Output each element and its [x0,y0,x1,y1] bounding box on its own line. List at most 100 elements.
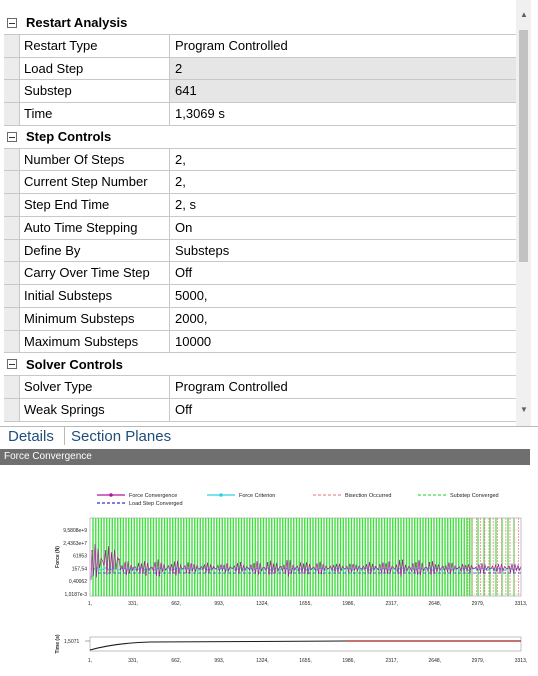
property-value[interactable]: 5000, [170,285,516,307]
force-convergence-point [401,559,404,562]
force-convergence-point [361,568,363,570]
force-convergence-point [199,567,201,570]
x-tick-label: 331, [128,601,138,607]
force-convergence-point [442,565,444,568]
property-name: Restart Type [20,34,170,57]
property-row[interactable]: Time 1,3069 s [4,103,516,126]
row-gutter [4,57,20,80]
x-tick-label: 2317, [385,601,398,607]
force-convergence-point [226,563,228,565]
property-row[interactable]: Maximum Substeps 10000 [4,330,516,354]
force-convergence-point [374,566,377,568]
property-value[interactable]: 641 [170,80,516,102]
collapse-toggle-icon[interactable] [4,126,20,148]
row-gutter [4,330,20,353]
chart-legend: Force Convergence Force Criterion Bisectio… [97,493,499,507]
tab-details[interactable]: Details [8,427,54,445]
scroll-down-arrow-icon[interactable]: ▼ [520,405,528,414]
force-convergence-point [293,568,296,571]
property-name: Number Of Steps [20,148,170,171]
y-tick-label: 157,54 [72,566,88,572]
property-row[interactable]: Auto Time Stepping On [4,216,516,240]
force-convergence-point [280,565,282,568]
group-title: Solver Controls [26,356,123,372]
property-value[interactable]: Program Controlled [170,376,516,398]
property-row[interactable]: Restart Type Program Controlled [4,34,516,58]
row-gutter [4,376,20,398]
x-tick-label: 662, [171,601,181,607]
property-value[interactable]: 2, [170,171,516,193]
force-convergence-point [428,561,431,564]
details-tab-strip: Details Section Planes [0,426,538,445]
scrollbar-thumb[interactable] [519,30,528,262]
property-value[interactable]: Substeps [170,240,516,262]
force-convergence-point [455,568,458,570]
force-convergence-point [388,561,390,563]
time-plot-area [89,636,522,652]
group-title: Step Controls [26,129,112,145]
property-row[interactable]: Carry Over Time Step Off [4,262,516,285]
time-x-tick-label: 1, [88,658,92,664]
property-value[interactable]: 2, [170,149,516,171]
force-convergence-point [172,571,174,574]
time-x-tick-label: 331, [128,658,138,664]
force-convergence-charts: Force Convergence Force Criterion Bisectio… [55,493,528,664]
scroll-up-arrow-icon[interactable]: ▲ [520,10,528,19]
group-header[interactable]: Step Controls [4,125,516,149]
x-tick-label: 3313, [515,601,528,607]
y-axis-label: Force (N) [55,546,61,568]
collapse-toggle-icon[interactable] [4,353,20,375]
property-row[interactable]: Weak Springs Off [4,398,516,422]
property-value[interactable]: Program Controlled [170,35,516,57]
force-convergence-point [131,569,134,571]
property-row[interactable]: Load Step 2 [4,57,516,81]
tab-section-planes[interactable]: Section Planes [64,427,171,445]
x-tick-label: 1655, [299,601,312,607]
property-row[interactable]: Substep 641 [4,80,516,103]
property-value[interactable]: Off [170,262,516,284]
property-value[interactable]: 2 [170,57,516,80]
property-row[interactable]: Current Step Number 2, [4,171,516,194]
property-value[interactable]: 1,3069 s [170,103,516,125]
property-value[interactable]: Off [170,399,516,421]
property-row[interactable]: Define By Substeps [4,239,516,263]
legend-marker [219,493,223,497]
legend-label: Bisection Occurred [345,493,391,499]
details-grid: Restart Analysis Restart Type Program Cont… [4,12,516,426]
y-tick-label: 0,40062 [69,579,87,585]
details-previous-group-fragment [4,0,516,12]
property-value[interactable]: On [170,217,516,239]
property-value[interactable]: 2000, [170,308,516,330]
property-row[interactable]: Initial Substeps 5000, [4,285,516,308]
group-header[interactable]: Solver Controls [4,353,516,376]
property-value[interactable]: 10000 [170,331,516,353]
group-header[interactable]: Restart Analysis [4,12,516,35]
y-tick-label: 1,0187e-3 [64,592,87,598]
force-convergence-point [509,570,512,573]
property-name: Define By [20,239,170,262]
time-chart: 1,5071Time (s) 1, 331, 662, 993, 1324, 1655, 19… [55,634,527,664]
row-gutter [4,171,20,193]
x-tick-label: 2648, [429,601,442,607]
property-name: Maximum Substeps [20,330,170,353]
y-tick-label: 2,4363e+7 [63,541,87,547]
force-convergence-point [212,566,215,568]
property-row[interactable]: Number Of Steps 2, [4,148,516,172]
property-row[interactable]: Step End Time 2, s [4,194,516,217]
force-convergence-point [118,558,120,561]
force-convergence-point [253,563,255,565]
force-convergence-point [104,550,107,552]
property-name: Step End Time [20,194,170,216]
force-convergence-panel: Force Convergence Force Convergence Force… [0,449,530,676]
time-x-tick-label: 993, [214,658,224,664]
collapse-toggle-icon[interactable] [4,12,20,34]
legend-marker [109,493,113,497]
property-row[interactable]: Solver Type Program Controlled [4,376,516,399]
property-value[interactable]: 2, s [170,194,516,216]
y-tick-label: 61953 [73,554,87,560]
details-scrollbar[interactable]: ▲ ▼ [516,0,531,426]
time-x-tick-label: 1986, [342,658,355,664]
row-gutter [4,307,20,330]
property-row[interactable]: Minimum Substeps 2000, [4,307,516,331]
row-gutter [4,262,20,284]
